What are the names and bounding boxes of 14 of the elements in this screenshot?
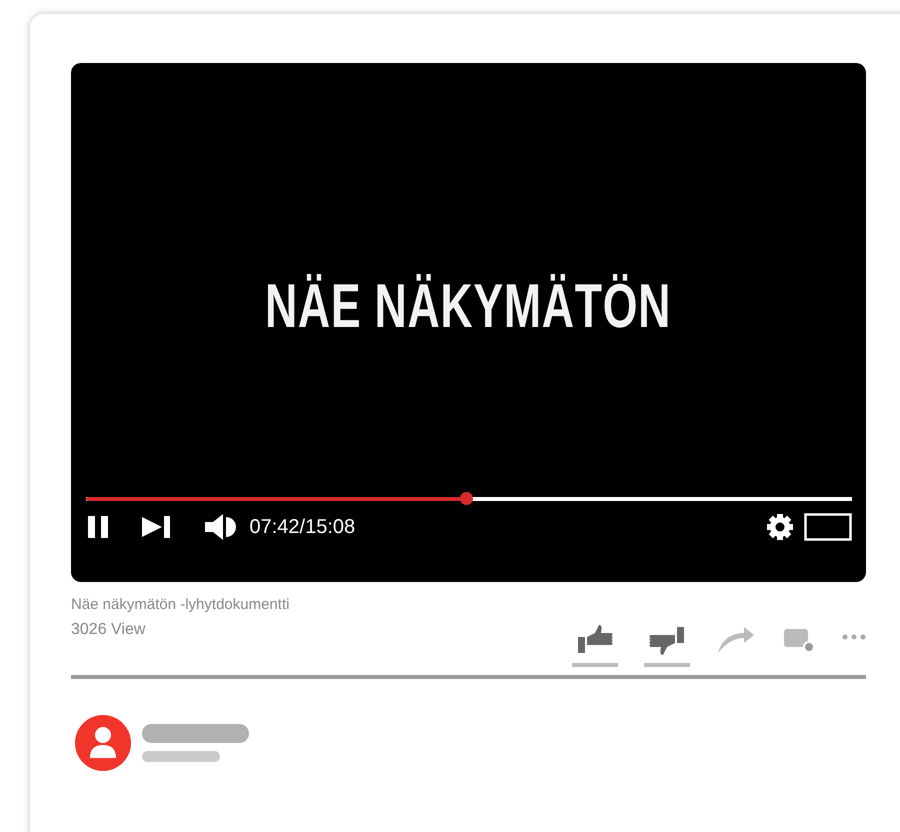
thumbs-down-icon [648, 625, 686, 655]
settings-icon[interactable] [766, 513, 794, 541]
dislike-button[interactable] [644, 625, 690, 667]
title-card-text: NÄE NÄKYMÄTÖN [265, 271, 672, 343]
progress-thumb[interactable] [460, 492, 474, 505]
time-display: 07:42/15:08 [250, 516, 356, 538]
like-button[interactable] [572, 625, 618, 667]
view-count: 3026 View [71, 621, 146, 639]
video-title: Näe näkymätön -lyhytdokumentti [71, 596, 290, 613]
thumbs-up-icon [576, 625, 614, 655]
share-icon [716, 625, 756, 655]
avatar-icon [74, 714, 132, 772]
more-icon [842, 634, 866, 640]
fullscreen-icon[interactable] [804, 513, 852, 541]
